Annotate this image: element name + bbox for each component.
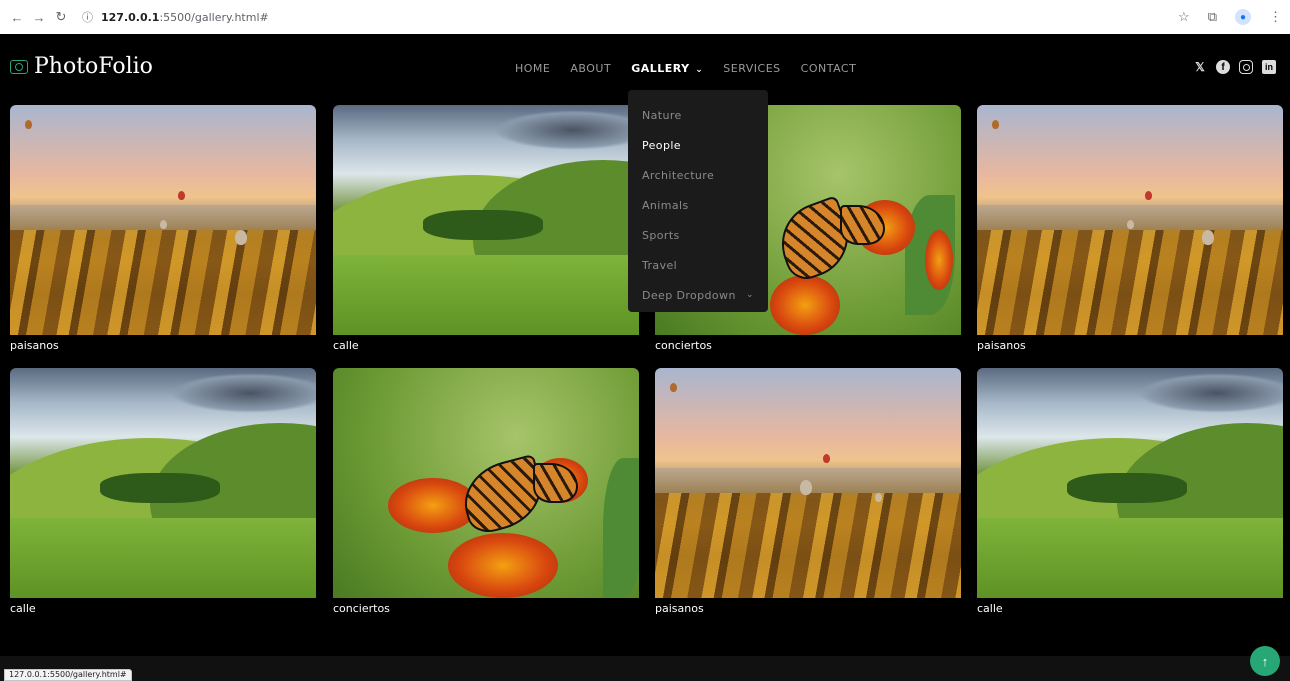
gallery-image[interactable] [10,105,316,335]
gallery-item[interactable]: paisanos [977,105,1283,352]
gallery-item[interactable]: conciertos [333,368,639,615]
gallery-image[interactable] [10,368,316,598]
facebook-icon[interactable]: f [1216,60,1230,74]
back-icon[interactable]: ← [8,8,26,26]
browser-menu-icon[interactable]: ⋮ [1269,9,1282,25]
nav-gallery[interactable]: GALLERY ⌄ [631,62,703,75]
dropdown-item-label: Deep Dropdown [642,288,736,302]
bookmark-star-icon[interactable]: ☆ [1178,9,1190,25]
logo-text: PhotoFolio [34,54,153,79]
dropdown-item-people[interactable]: People [628,130,768,160]
nav-gallery-label: GALLERY [631,62,690,75]
gallery-item[interactable]: calle [10,368,316,615]
social-links: 𝕏 f in [1193,60,1276,74]
gallery-item[interactable]: paisanos [10,105,316,352]
gallery-caption: conciertos [655,339,712,352]
arrow-up-icon: ↑ [1261,653,1269,669]
dropdown-item-sports[interactable]: Sports [628,220,768,250]
gallery-image[interactable] [977,105,1283,335]
nav-contact[interactable]: CONTACT [801,62,857,75]
dropdown-item-architecture[interactable]: Architecture [628,160,768,190]
gallery-image[interactable] [333,368,639,598]
url-path: :5500/gallery.html# [159,10,269,24]
address-bar[interactable]: ⓘ 127.0.0.1:5500/gallery.html# [82,9,269,25]
chevron-down-icon: ⌄ [691,65,704,75]
gallery-caption: conciertos [333,602,390,615]
linkedin-icon[interactable]: in [1262,60,1276,74]
gallery-caption: paisanos [655,602,704,615]
url-host: 127.0.0.1 [101,10,160,24]
dropdown-item-nature[interactable]: Nature [628,100,768,130]
forward-icon[interactable]: → [30,8,48,26]
main-nav: HOME ABOUT GALLERY ⌄ SERVICES CONTACT [515,62,876,75]
status-bar-url: 127.0.0.1:5500/gallery.html# [4,669,132,681]
nav-home[interactable]: HOME [515,62,550,75]
gallery-image[interactable] [333,105,639,335]
gallery-caption: paisanos [977,339,1026,352]
dropdown-item-deep-dropdown[interactable]: Deep Dropdown ⌄ [628,280,768,310]
site-logo[interactable]: PhotoFolio [10,54,153,79]
gallery-item[interactable]: calle [977,368,1283,615]
page-footer [0,656,1290,681]
x-icon[interactable]: 𝕏 [1193,60,1207,74]
gallery-image[interactable] [977,368,1283,598]
camera-icon [10,59,28,74]
gallery-caption: calle [10,602,36,615]
nav-services[interactable]: SERVICES [723,62,780,75]
browser-toolbar: ← → ↻ ⓘ 127.0.0.1:5500/gallery.html# ☆ ⧉… [0,0,1290,34]
chevron-down-icon: ⌄ [746,290,754,300]
extensions-icon[interactable]: ⧉ [1208,9,1217,25]
gallery-dropdown: Nature People Architecture Animals Sport… [628,90,768,312]
gallery-caption: calle [977,602,1003,615]
scroll-top-button[interactable]: ↑ [1250,646,1280,676]
reload-icon[interactable]: ↻ [52,8,70,26]
dropdown-item-animals[interactable]: Animals [628,190,768,220]
gallery-caption: paisanos [10,339,59,352]
profile-avatar-icon[interactable]: ● [1235,9,1251,25]
instagram-icon[interactable] [1239,60,1253,74]
gallery-item[interactable]: paisanos [655,368,961,615]
gallery-caption: calle [333,339,359,352]
site-info-icon[interactable]: ⓘ [82,9,93,25]
gallery-image[interactable] [655,368,961,598]
gallery-item[interactable]: calle [333,105,639,352]
dropdown-item-travel[interactable]: Travel [628,250,768,280]
nav-about[interactable]: ABOUT [570,62,611,75]
